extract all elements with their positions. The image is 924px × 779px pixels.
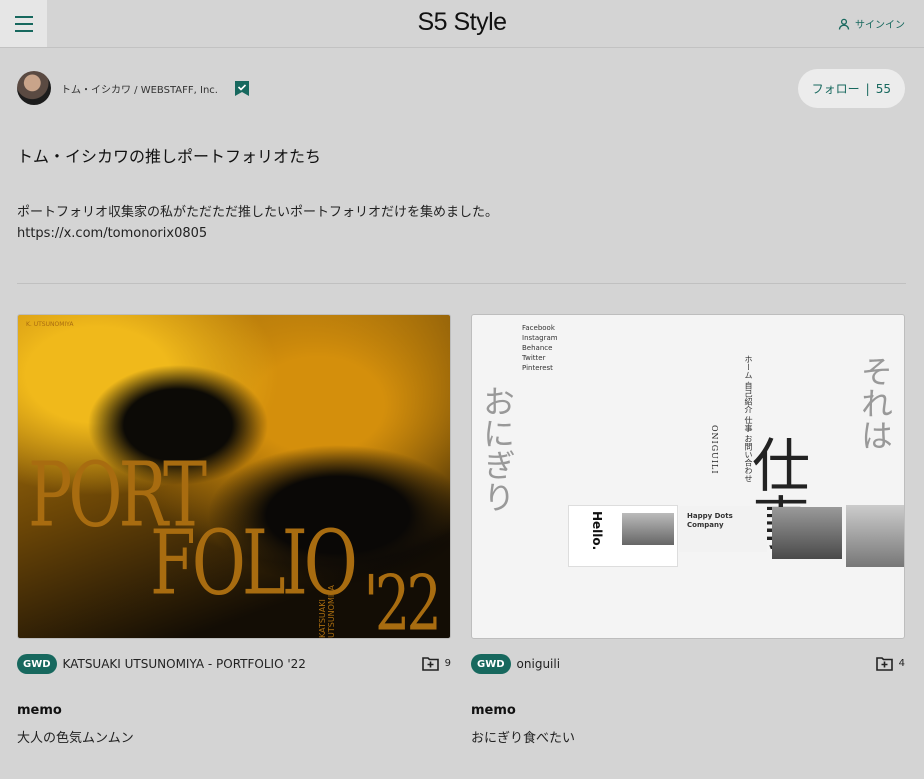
thumb-owner-name: KATSUAKI UTSUNOMIYA [318,585,336,638]
signin-link[interactable]: サインイン [838,16,905,31]
thumb-corner-text: K. UTSUNOMIYA [26,321,74,328]
follow-count: 55 [875,81,891,96]
memo-label: memo [17,703,62,718]
thumb-side-text-left: おにぎり [478,385,516,513]
author-name[interactable]: トム・イシカワ / WEBSTAFF, Inc. [61,81,218,96]
page-title: トム・イシカワの推しポートフォリオたち [17,147,322,166]
gwd-badge: GWD [471,654,511,674]
collect-count-value: 9 [444,658,451,669]
portfolio-thumbnail[interactable]: K. UTSUNOMIYA PORT FOLIO '22 KATSUAKI UT… [17,314,451,639]
gwd-badge: GWD [17,654,57,674]
thumb-photo [622,513,674,545]
user-icon [838,18,850,30]
verified-bookmark-icon [234,80,249,96]
memo-label: memo [471,703,516,718]
description-link[interactable]: https://x.com/tomonorix0805 [17,223,498,244]
header: S5 Style サインイン [0,0,924,48]
thumb-photo [846,505,904,567]
collect-count-value: 4 [898,658,905,669]
site-name-link[interactable]: oniguili [517,657,561,671]
portfolio-card: おにぎり Facebook Instagram Behance Twitter … [471,314,905,746]
add-to-folder-icon [875,657,893,671]
portfolio-card: K. UTSUNOMIYA PORT FOLIO '22 KATSUAKI UT… [17,314,451,746]
follow-separator: | [865,81,870,96]
portfolio-thumbnail[interactable]: おにぎり Facebook Instagram Behance Twitter … [471,314,905,639]
divider [17,283,906,284]
signin-label: サインイン [855,20,905,31]
collect-count[interactable]: 4 [875,656,905,671]
thumb-links-text: Facebook Instagram Behance Twitter Pinte… [522,323,558,373]
thumb-happy-card: Happy Dots Company [679,506,767,552]
collect-count[interactable]: 9 [421,656,451,671]
memo-text: おにぎり食べたい [471,731,576,746]
thumb-brand: ONIGUILI [710,425,719,475]
description-line: ポートフォリオ収集家の私がただただ推したいポートフォリオだけを集めました。 [17,205,499,220]
thumb-hello: Hello. [590,511,604,551]
avatar[interactable] [17,71,51,105]
thumb-links: Facebook Instagram Behance Twitter Pinte… [522,324,558,372]
site-logo[interactable]: S5 Style [0,8,924,37]
add-to-folder-icon [421,657,439,671]
follow-label: フォロー [811,82,860,96]
author-row: トム・イシカワ / WEBSTAFF, Inc. [17,71,250,105]
site-name-link[interactable]: KATSUAKI UTSUNOMIYA - PORTFOLIO '22 [63,657,306,671]
follow-button[interactable]: フォロー | 55 [797,69,905,108]
memo-text: 大人の色気ムンムン [17,731,134,746]
card-meta: GWD KATSUAKI UTSUNOMIYA - PORTFOLIO '22 … [17,652,451,676]
thumb-side-text-right: それは [856,355,894,451]
card-meta: GWD oniguili 4 [471,652,905,676]
thumb-year: '22 [363,560,442,639]
thumb-happy-text: Happy Dots Company [687,512,733,529]
thumb-photo [772,507,842,559]
collection-description: ポートフォリオ収集家の私がただただ推したいポートフォリオだけを集めました。 ht… [17,202,498,244]
